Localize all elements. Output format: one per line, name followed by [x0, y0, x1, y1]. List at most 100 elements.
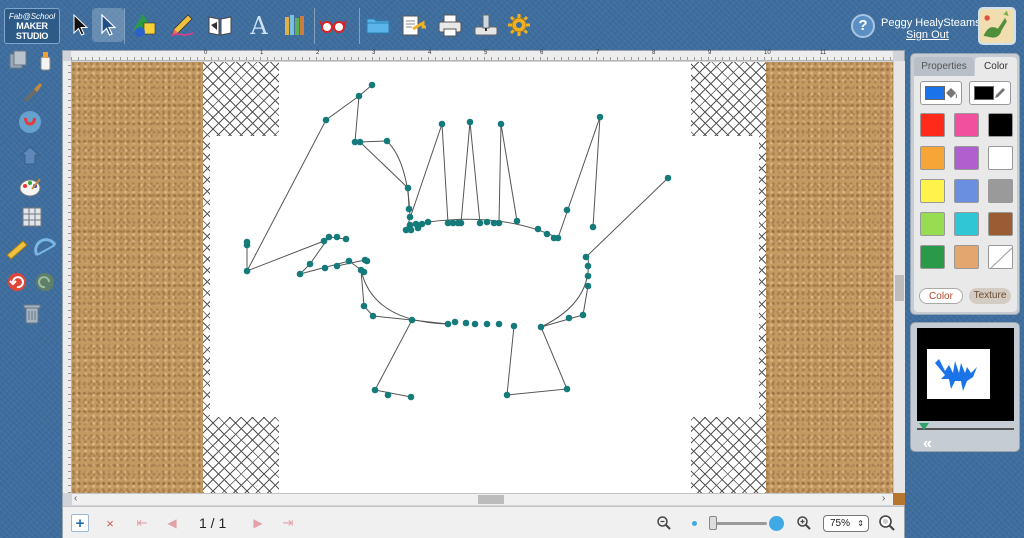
drawing-segment[interactable]	[246, 95, 360, 272]
text-icon[interactable]: A	[243, 8, 275, 42]
anchor-point[interactable]	[369, 312, 377, 320]
anchor-point[interactable]	[383, 137, 391, 145]
grid-icon[interactable]	[18, 203, 46, 231]
sign-out-link[interactable]: Sign Out	[906, 29, 949, 41]
anchor-point[interactable]	[554, 234, 562, 242]
undo-shape-icon[interactable]	[16, 141, 44, 169]
vertical-scroll-thumb[interactable]	[895, 275, 904, 301]
trash-icon[interactable]	[18, 299, 46, 327]
anchor-point[interactable]	[537, 323, 545, 331]
anchor-point[interactable]	[589, 223, 597, 231]
anchor-point[interactable]	[495, 320, 503, 328]
anchor-point[interactable]	[543, 230, 551, 238]
zoom-out-icon[interactable]	[655, 514, 673, 532]
color-swatch[interactable]	[920, 146, 945, 170]
anchor-point[interactable]	[342, 235, 350, 243]
anchor-point[interactable]	[296, 270, 304, 278]
color-swatch[interactable]	[988, 212, 1013, 236]
settings-gear-icon[interactable]	[503, 8, 535, 42]
anchor-point[interactable]	[418, 220, 426, 228]
anchor-point[interactable]	[438, 120, 446, 128]
anchor-point[interactable]	[584, 262, 592, 270]
anchor-point[interactable]	[513, 217, 521, 225]
zoom-slider-handle[interactable]	[709, 516, 717, 530]
color-swatch[interactable]	[954, 179, 979, 203]
horizontal-scroll-thumb[interactable]	[478, 495, 504, 504]
drawing-segment[interactable]	[506, 285, 589, 396]
anchor-point[interactable]	[322, 116, 330, 124]
drawing-segment[interactable]	[405, 123, 449, 231]
anchor-point[interactable]	[320, 237, 328, 245]
anchor-point[interactable]	[451, 318, 459, 326]
anchor-point[interactable]	[563, 385, 571, 393]
ruler-icon[interactable]	[3, 235, 31, 263]
anchor-point[interactable]	[384, 391, 392, 399]
swatch-none[interactable]	[988, 245, 1013, 269]
anchor-point[interactable]	[510, 322, 518, 330]
anchor-point[interactable]	[466, 118, 474, 126]
drawing-segment[interactable]	[557, 116, 601, 239]
color-swatch[interactable]	[954, 113, 979, 137]
anchor-point[interactable]	[424, 218, 432, 226]
color-swatch[interactable]	[954, 146, 979, 170]
pencil-icon[interactable]	[166, 8, 198, 42]
magnet-icon[interactable]	[16, 108, 44, 136]
color-swatch[interactable]	[920, 179, 945, 203]
color-mode-button[interactable]: Color	[919, 288, 963, 304]
color-swatch[interactable]	[920, 212, 945, 236]
anchor-point[interactable]	[584, 282, 592, 290]
zoom-select[interactable]: 75% ⇕	[823, 515, 869, 532]
anchor-point[interactable]	[408, 316, 416, 324]
anchor-point[interactable]	[333, 233, 341, 241]
color-swatch[interactable]	[988, 113, 1013, 137]
horizontal-scrollbar[interactable]: ‹ ›	[72, 493, 893, 505]
color-swatch[interactable]	[920, 245, 945, 269]
print-icon[interactable]	[434, 8, 466, 42]
drawing-segment[interactable]	[359, 140, 388, 143]
tab-color[interactable]: Color	[975, 57, 1017, 76]
timeline-marker[interactable]	[919, 423, 929, 430]
anchor-point[interactable]	[360, 268, 368, 276]
anchor-point[interactable]	[503, 391, 511, 399]
anchor-point[interactable]	[497, 120, 505, 128]
color-swatch[interactable]	[954, 212, 979, 236]
export-icon[interactable]	[397, 8, 429, 42]
folder-icon[interactable]	[362, 8, 394, 42]
anchor-point[interactable]	[404, 184, 412, 192]
color-swatch[interactable]	[954, 245, 979, 269]
glasses-icon[interactable]	[317, 8, 349, 42]
anchor-point[interactable]	[596, 113, 604, 121]
anchor-point[interactable]	[582, 253, 590, 261]
color-swatch[interactable]	[988, 179, 1013, 203]
collapse-panel-button[interactable]: «	[923, 435, 932, 453]
cutter-icon[interactable]	[470, 8, 502, 42]
anchor-point[interactable]	[457, 219, 465, 227]
anchor-point[interactable]	[321, 264, 329, 272]
help-button[interactable]: ?	[851, 14, 875, 38]
scroll-right-icon[interactable]: ›	[882, 493, 885, 504]
anchor-point[interactable]	[462, 319, 470, 327]
drawing-segment[interactable]	[246, 240, 325, 272]
anchor-point[interactable]	[405, 205, 413, 213]
glue-icon[interactable]	[31, 46, 59, 74]
zoom-in-icon[interactable]	[795, 514, 813, 532]
drawing-segment[interactable]	[298, 236, 365, 275]
anchor-point[interactable]	[584, 272, 592, 280]
book-icon[interactable]	[204, 8, 236, 42]
anchor-point[interactable]	[368, 81, 376, 89]
anchor-point[interactable]	[243, 267, 251, 275]
scroll-left-icon[interactable]: ‹	[74, 493, 77, 504]
undo-icon[interactable]	[3, 268, 31, 296]
avatar[interactable]	[978, 7, 1016, 45]
drawing-segment[interactable]	[359, 141, 410, 210]
anchor-point[interactable]	[664, 174, 672, 182]
anchor-point[interactable]	[579, 311, 587, 319]
library-icon[interactable]	[279, 8, 311, 42]
anchor-point[interactable]	[495, 219, 503, 227]
anchor-point[interactable]	[243, 241, 251, 249]
paint-palette-icon[interactable]	[16, 173, 44, 201]
anchor-point[interactable]	[407, 393, 415, 401]
anchor-point[interactable]	[407, 226, 415, 234]
add-page-button[interactable]: +	[71, 514, 89, 532]
dragon-drawing[interactable]	[203, 62, 766, 493]
